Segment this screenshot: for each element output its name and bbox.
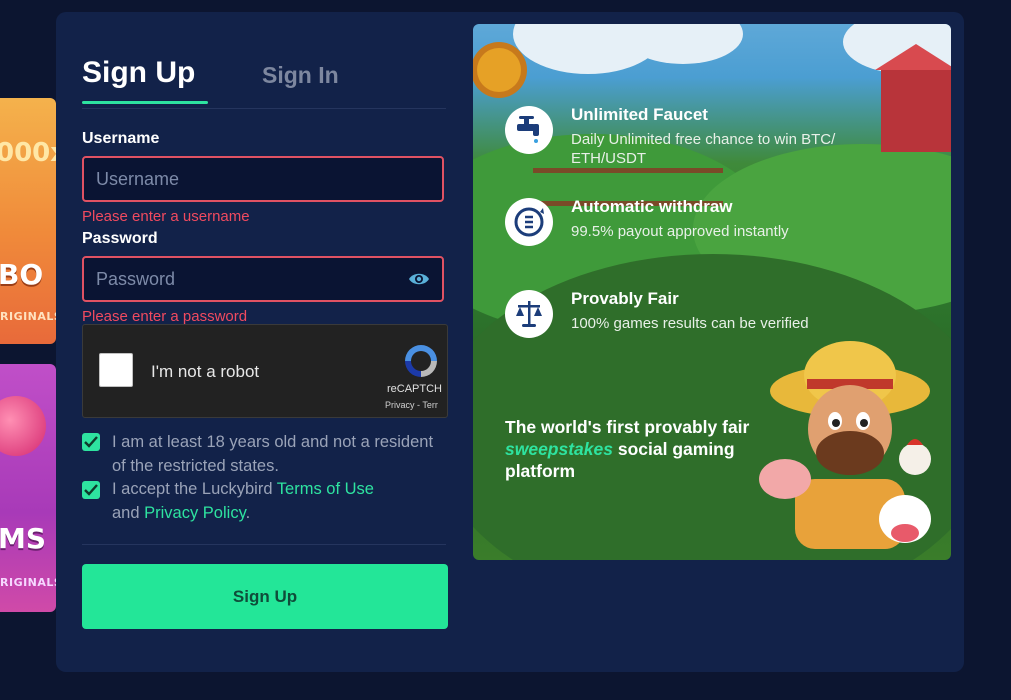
recaptcha-brand: reCAPTCH: [387, 383, 443, 395]
eye-icon[interactable]: [408, 271, 430, 287]
terms-of-use-link[interactable]: Terms of Use: [277, 480, 374, 498]
farmer-mascot-illustration: [759, 341, 931, 549]
promo-tagline: The world's first provably fair sweepsta…: [505, 416, 755, 482]
promo-panel: Unlimited Faucet Daily Unlimited free ch…: [473, 24, 951, 560]
username-input[interactable]: [84, 158, 442, 200]
scales-icon: [505, 290, 553, 338]
username-error: Please enter a username: [82, 208, 250, 225]
checkmark-icon: [84, 484, 98, 496]
terms-checkbox[interactable]: [82, 481, 100, 499]
card-title-text: BO: [0, 258, 44, 291]
terms-suffix: .: [245, 504, 251, 522]
terms-prefix: I accept the Luckybird: [112, 480, 277, 498]
recaptcha-checkbox[interactable]: [99, 353, 133, 387]
sign-up-button[interactable]: Sign Up: [82, 564, 448, 629]
feature-desc: 99.5% payout approved instantly: [571, 223, 789, 240]
terms-and: and: [112, 504, 145, 522]
age-agreement-text: I am at least 18 years old and not a res…: [112, 433, 434, 475]
username-label: Username: [82, 130, 160, 147]
heart-gem-icon: [0, 396, 46, 456]
feature-desc: Daily Unlimited free chance to win BTC/ …: [571, 131, 836, 167]
form-divider: [82, 544, 446, 545]
feature-desc: 100% games results can be verified: [571, 315, 809, 332]
feature-title: Automatic withdraw: [571, 197, 733, 216]
checkmark-icon: [84, 436, 98, 448]
faucet-icon: [505, 106, 553, 154]
recaptcha-links[interactable]: Privacy - Terr: [385, 400, 438, 410]
signup-modal: Sign Up Sign In Username Please enter a …: [56, 12, 964, 672]
age-checkbox[interactable]: [82, 433, 100, 451]
password-error: Please enter a password: [82, 308, 248, 325]
password-input[interactable]: [84, 258, 442, 300]
password-field-wrapper: [82, 256, 444, 302]
card-title-text: MS: [0, 522, 47, 555]
game-card-originals-1[interactable]: 000x BO RIGINALS: [0, 98, 56, 344]
auth-tabs: Sign Up Sign In: [82, 56, 446, 109]
terms-agreement-text: I accept the Luckybird Terms of Use and P…: [112, 477, 442, 525]
privacy-policy-link[interactable]: Privacy Policy: [144, 504, 245, 522]
withdraw-icon: [505, 198, 553, 246]
sunflower-illustration: [477, 48, 521, 92]
recaptcha-widget: I'm not a robot reCAPTCH Privacy - Terr: [82, 324, 448, 418]
password-label: Password: [82, 230, 158, 247]
tagline-highlight: sweepstakes: [505, 439, 613, 459]
username-field-wrapper: [82, 156, 444, 202]
tab-sign-up[interactable]: Sign Up: [82, 56, 209, 104]
feature-title: Unlimited Faucet: [571, 105, 708, 124]
card-multiplier-text: 000x: [0, 138, 56, 168]
card-category-text: RIGINALS: [0, 310, 56, 323]
feature-title: Provably Fair: [571, 289, 679, 308]
card-category-text: RIGINALS: [0, 576, 56, 589]
recaptcha-label: I'm not a robot: [151, 362, 260, 381]
tab-sign-in[interactable]: Sign In: [262, 62, 339, 89]
tagline-part-a: The world's first provably fair: [505, 417, 750, 437]
recaptcha-logo-icon: [405, 345, 437, 377]
game-card-originals-2[interactable]: MS RIGINALS: [0, 364, 56, 612]
